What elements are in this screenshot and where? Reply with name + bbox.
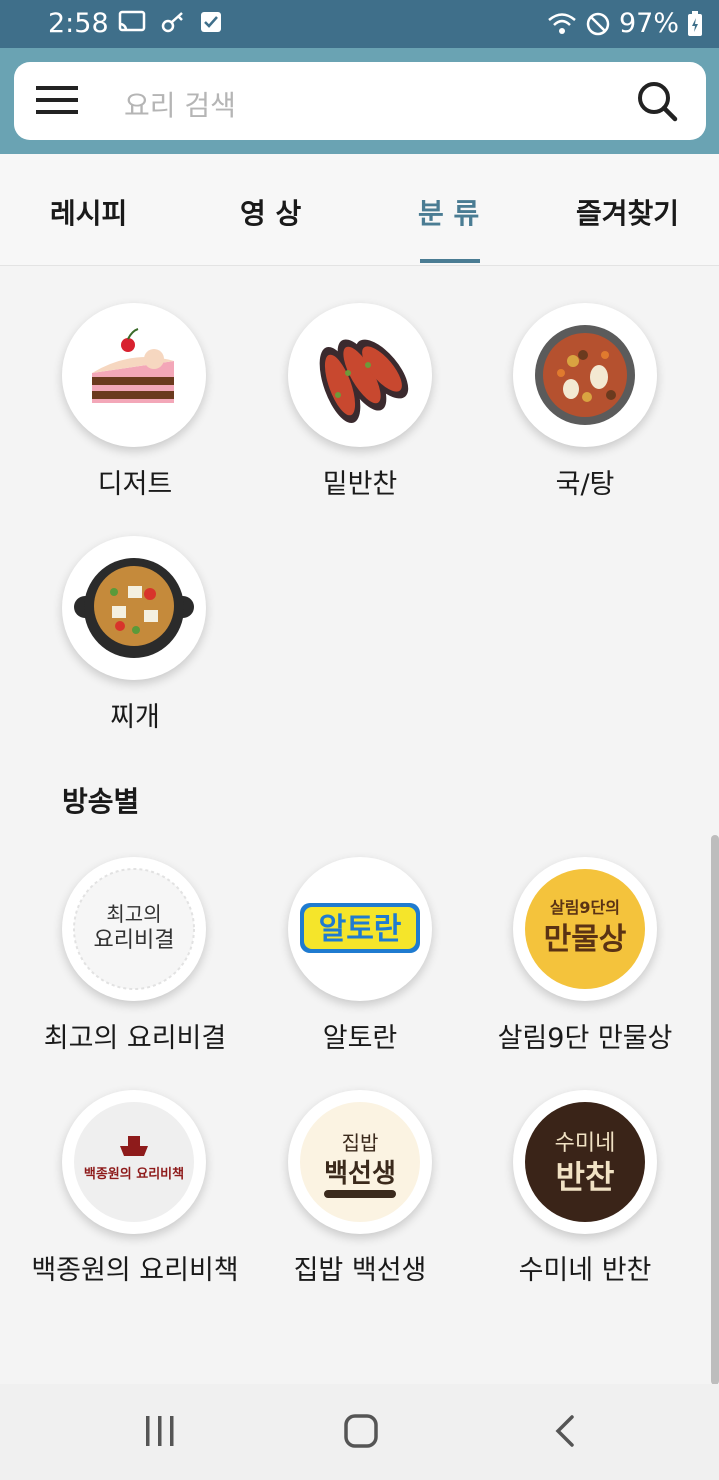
status-time: 2:58 (48, 8, 109, 39)
system-navigation-bar (0, 1384, 719, 1480)
svg-text:백선생: 백선생 (324, 1159, 396, 1189)
show-sumine[interactable]: 수미네 반찬 (513, 1090, 657, 1234)
category-side-dishes[interactable] (288, 303, 432, 447)
svg-text:알토란: 알토란 (319, 912, 402, 947)
show-label: 살림9단 만물상 (497, 1023, 673, 1054)
side-dish-icon (319, 339, 409, 423)
do-not-disturb-icon (586, 12, 610, 35)
svg-text:요리비결: 요리비결 (94, 928, 175, 953)
category-label: 밑반찬 (322, 469, 398, 500)
tab-videos[interactable]: 영 상 (240, 192, 301, 232)
show-jipbap[interactable]: 집밥 백선생 (288, 1090, 432, 1234)
svg-text:집밥: 집밥 (342, 1131, 379, 1155)
show-best-recipe[interactable]: 최고의 요리비결 (62, 857, 206, 1001)
active-tab-indicator (420, 259, 480, 263)
show-baek-recipe[interactable]: 백종원의 요리비책 (62, 1090, 206, 1234)
search-input[interactable]: 요리 검색 (124, 84, 236, 124)
category-label: 찌개 (110, 702, 160, 733)
battery-charging-icon (688, 10, 702, 36)
show-logo: 살림9단의 만물상 (525, 869, 645, 989)
show-altoran[interactable]: 알토란 (288, 857, 432, 1001)
tab-categories[interactable]: 분 류 (418, 192, 479, 232)
scrollbar[interactable] (711, 835, 719, 1385)
svg-text:살림9단의: 살림9단의 (550, 898, 620, 917)
tab-recipes[interactable]: 레시피 (50, 192, 127, 232)
search-box[interactable]: 요리 검색 (14, 62, 706, 140)
check-box-icon (201, 12, 221, 32)
show-label: 백종원의 요리비책 (31, 1255, 239, 1286)
show-logo: 수미네 반찬 (525, 1102, 645, 1222)
category-soup[interactable] (513, 303, 657, 447)
search-icon[interactable] (636, 80, 678, 122)
category-label: 디저트 (97, 469, 173, 500)
tab-bar: 레시피 영 상 분 류 즐겨찾기 (0, 154, 719, 266)
notification-icons (118, 10, 222, 34)
status-bar: 2:58 97% (0, 0, 719, 48)
category-label: 국/탕 (555, 469, 615, 500)
category-stew[interactable] (62, 536, 206, 680)
svg-text:백종원의 요리비책: 백종원의 요리비책 (84, 1166, 184, 1182)
svg-text:수미네: 수미네 (555, 1131, 616, 1156)
show-logo: 알토란 (300, 903, 420, 953)
svg-text:반찬: 반찬 (556, 1158, 615, 1196)
home-icon[interactable] (344, 1414, 378, 1448)
back-icon[interactable] (552, 1414, 576, 1448)
show-logo: 집밥 백선생 (300, 1102, 420, 1222)
hamburger-menu-icon[interactable] (36, 82, 78, 118)
cake-icon (92, 328, 174, 403)
stew-icon (74, 558, 194, 658)
key-icon (161, 12, 183, 33)
show-logo: 최고의 요리비결 (73, 868, 195, 990)
svg-text:최고의: 최고의 (106, 902, 161, 926)
show-label: 알토란 (322, 1023, 398, 1054)
recent-apps-icon[interactable] (144, 1414, 176, 1448)
show-label: 집밥 백선생 (293, 1255, 427, 1286)
show-label: 수미네 반찬 (518, 1255, 652, 1286)
soup-icon (535, 325, 635, 425)
section-title-broadcast: 방송별 (62, 785, 140, 818)
cast-icon (118, 10, 146, 32)
search-bar-area: 요리 검색 (0, 48, 719, 154)
category-dessert[interactable] (62, 303, 206, 447)
wifi-icon (548, 12, 576, 34)
show-logo: 백종원의 요리비책 (74, 1102, 194, 1222)
system-status: 97% (547, 8, 703, 39)
svg-text:만물상: 만물상 (544, 922, 627, 957)
battery-percent: 97% (618, 8, 679, 39)
tab-favorites[interactable]: 즐겨찾기 (576, 192, 679, 232)
show-salim9dan[interactable]: 살림9단의 만물상 (513, 857, 657, 1001)
show-label: 최고의 요리비결 (43, 1023, 227, 1054)
